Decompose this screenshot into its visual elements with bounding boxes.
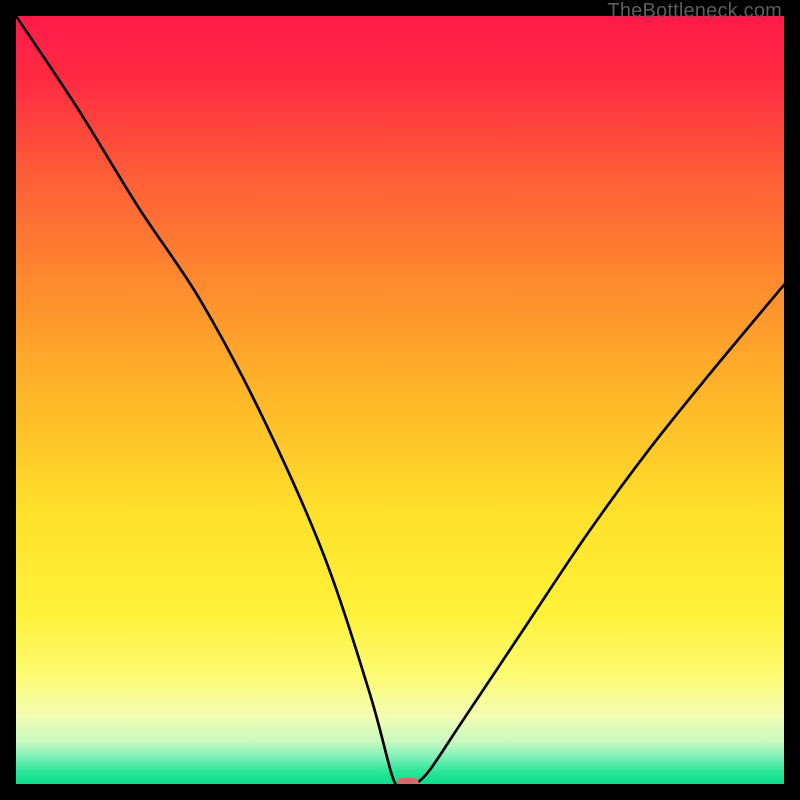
plot-area [16, 16, 784, 784]
background-gradient [16, 16, 784, 784]
chart-frame: TheBottleneck.com [0, 0, 800, 800]
